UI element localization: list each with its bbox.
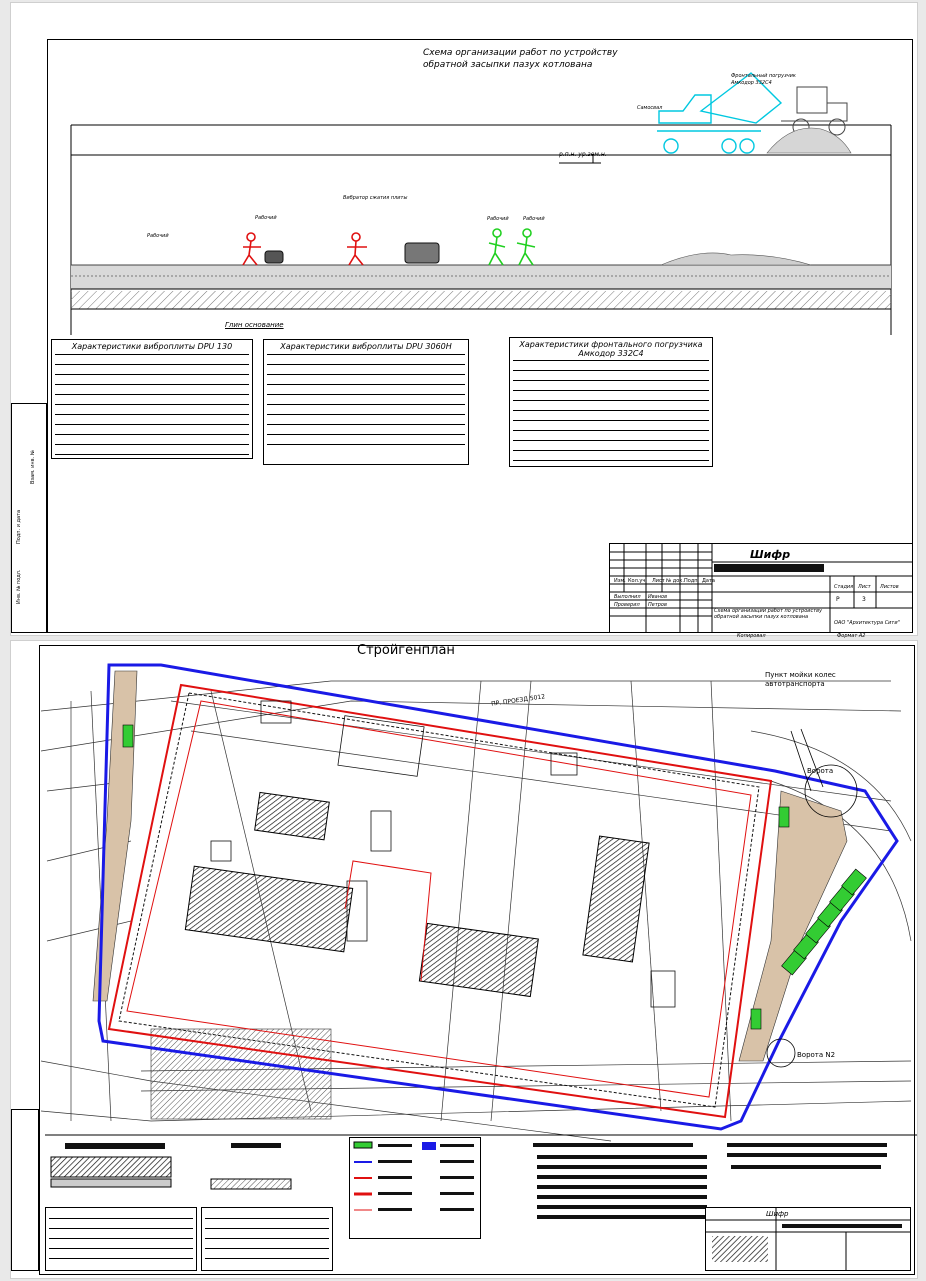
worker-label-5: Рабочий (147, 233, 169, 239)
earthworks-section-drawing (70, 72, 892, 335)
drawing-sheet-2: Стройгенплан Пункт мойки колес автотранс… (10, 640, 918, 1279)
legend-table-1 (45, 1207, 197, 1271)
legend-section-profile (45, 1139, 195, 1209)
legend-table-2 (201, 1207, 333, 1271)
worker-label-4: Рабочий (255, 215, 277, 221)
gate-2-label: Ворота N2 (797, 1051, 836, 1059)
spec-table-title: Характеристики виброплиты DPU 3060H (280, 342, 452, 351)
worker-label-2: Рабочий (487, 216, 509, 222)
title-block-2: Шифр (705, 1207, 911, 1271)
spec-table-loader: Характеристики фронтального погрузчика А… (509, 337, 713, 467)
title-block: Шифр Изм. Кол.уч. Лист № док. Подп. Дата… (609, 543, 913, 633)
gate-1-label: Ворота (807, 767, 834, 775)
dump-truck-label: Самосвал (637, 105, 663, 111)
spec-table-title: Характеристики виброплиты DPU 130 (71, 342, 233, 351)
ground-level-label: р.п.н. ур.зем.н. (559, 151, 607, 158)
spec-table-title: Характеристики фронтального погрузчика А… (519, 340, 703, 358)
worker-label-3: Рабочий (523, 216, 545, 222)
spec-table-dpu130: Характеристики виброплиты DPU 130 (51, 339, 253, 459)
legend-symbols (349, 1137, 481, 1239)
spec-table-dpu3060h: Характеристики виброплиты DPU 3060H (263, 339, 469, 465)
worker-label-1: Вибратор сжатия плиты (343, 195, 408, 201)
wheel-wash-label: Пункт мойки колес автотранспорта (765, 671, 836, 688)
format-label: Формат А2 (837, 633, 866, 639)
loader-label: Фронтальный погрузчик Амкодор 332С4 (731, 73, 796, 86)
worker-icon (488, 228, 536, 266)
legend-section-small (201, 1139, 301, 1209)
side-stamp-2 (11, 1109, 39, 1271)
worker-icon (242, 232, 367, 266)
base-label: Глин основание (225, 321, 284, 329)
copied-label: Копировал (737, 633, 766, 639)
drawing-sheet-1: Инв. № подл. Подп. и дата Взам. инв. № С… (10, 2, 918, 639)
